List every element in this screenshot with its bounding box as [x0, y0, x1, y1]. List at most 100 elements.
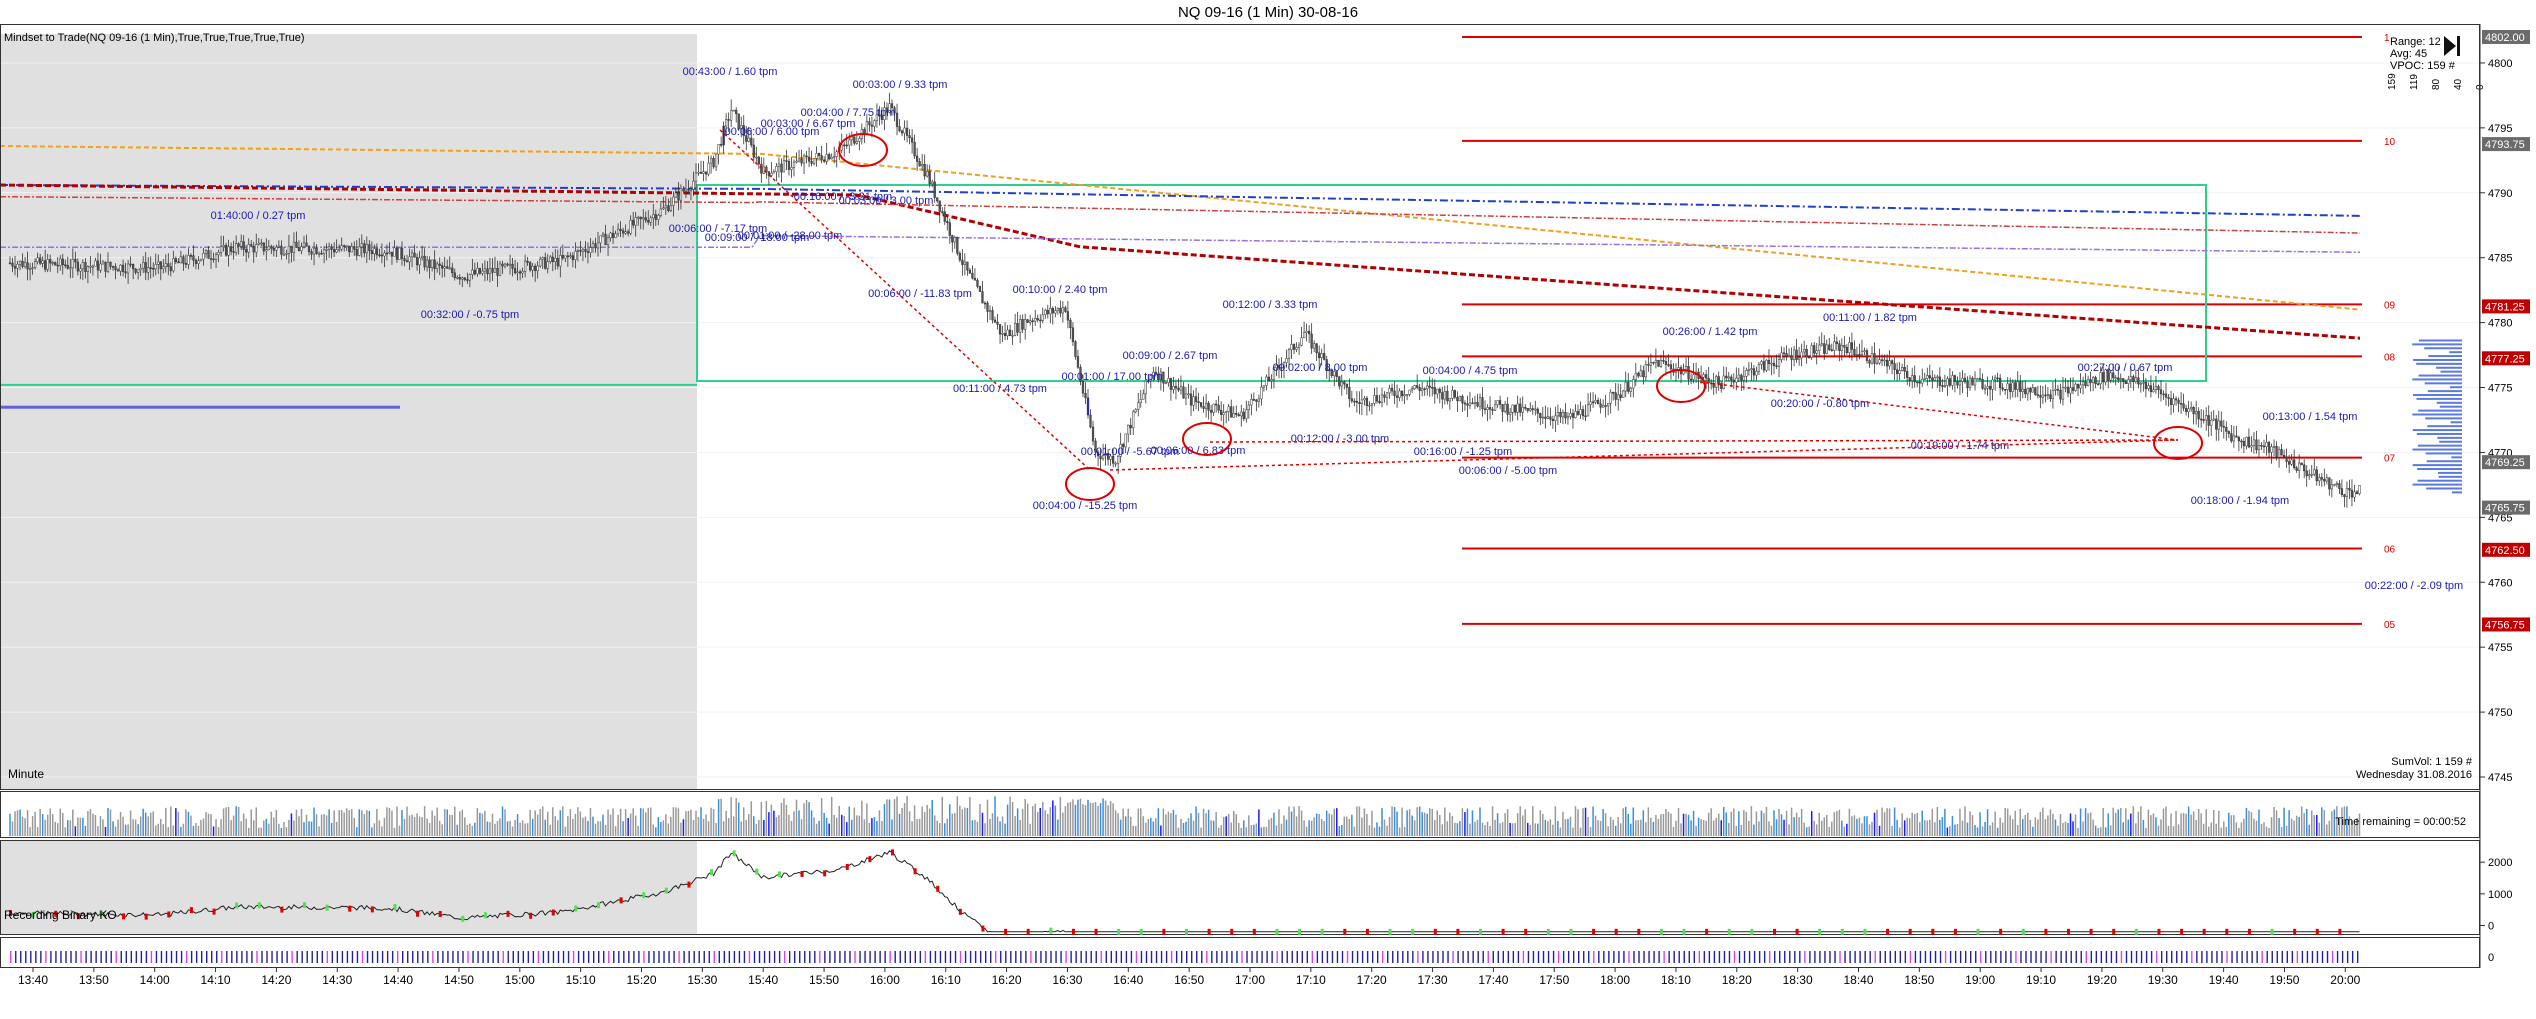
binary-bar [2196, 951, 2198, 963]
price-candle [1669, 364, 1673, 370]
price-candle [996, 321, 999, 325]
volume-bar [717, 799, 720, 836]
volume-bar [981, 812, 984, 836]
volume-profile-right [2452, 491, 2462, 494]
x-tick-label: 19:10 [2026, 973, 2056, 987]
binary-bar [221, 951, 223, 963]
binary-bar [1638, 951, 1640, 963]
price-candle [1893, 363, 1896, 370]
price-candle [290, 245, 293, 253]
volume-bar [1509, 822, 1511, 836]
price-candle [1657, 359, 1660, 367]
oscillator-marker [1976, 928, 1980, 935]
binary-bar [175, 951, 178, 963]
volume-bar [378, 820, 381, 836]
price-candle [629, 220, 632, 234]
oscillator-marker [303, 902, 306, 909]
volume-bar [2243, 818, 2245, 836]
volume-bar [401, 810, 403, 836]
volume-bar [26, 810, 29, 836]
binary-bar [462, 951, 464, 963]
binary-bar [608, 951, 610, 963]
price-candle [1715, 376, 1718, 388]
volume-bar [612, 808, 614, 836]
binary-bar [1276, 951, 1278, 963]
price-candle [609, 232, 612, 239]
price-candle [1071, 327, 1075, 342]
trend-annotation: 00:18:00 / -1.94 tpm [2191, 495, 2289, 507]
volume-bar [562, 806, 564, 836]
volume-bar [660, 822, 662, 836]
binary-bar [2095, 951, 2098, 963]
date-label: Wednesday 31.08.2016 [2356, 769, 2472, 781]
price-candle [1318, 352, 1321, 359]
price-candle [368, 244, 371, 251]
volume-bar [2253, 818, 2255, 836]
binary-bar [497, 951, 499, 963]
price-candle [873, 120, 876, 127]
price-candle [1006, 329, 1009, 337]
price-candle [2285, 456, 2288, 462]
binary-bar [185, 951, 188, 963]
binary-bar [547, 951, 550, 963]
binary-bar [849, 951, 851, 963]
price-candle [2066, 386, 2070, 394]
price-candle [775, 166, 778, 173]
price-candle [986, 302, 989, 312]
binary-bar [2181, 951, 2183, 963]
volume-bar [863, 819, 866, 836]
price-candle [1395, 395, 1399, 398]
volume-bar [1647, 807, 1650, 836]
price-candle [1875, 362, 1879, 365]
price-candle [1187, 393, 1190, 396]
volume-bar [416, 813, 418, 836]
price-candle [2197, 411, 2200, 420]
price-candle [2353, 491, 2356, 498]
oscillator-marker [483, 912, 487, 919]
price-candle [333, 249, 336, 253]
volume-bar [1089, 802, 1092, 836]
chart-canvas: 1100908070605 00:43:00 / 1.60 tpm00:03:0… [0, 0, 2536, 1014]
volume-bar [1697, 817, 1700, 836]
volume-bar [343, 812, 345, 836]
price-candle [2270, 446, 2273, 453]
volume-bar [1207, 809, 1210, 836]
price-candle [1659, 359, 1663, 367]
price-candle [501, 263, 504, 267]
binary-bar [1884, 951, 1886, 963]
oscillator-marker [1750, 928, 1754, 935]
volume-bar [1640, 819, 1642, 836]
oscillator-marker [1411, 928, 1415, 935]
price-candle [1782, 352, 1786, 355]
price-candle [1315, 343, 1318, 354]
volume-bar [1398, 827, 1401, 836]
volume-bar [1574, 806, 1577, 836]
volume-bar [1619, 823, 1622, 836]
volume-bar [1019, 820, 1021, 836]
price-candle [1747, 369, 1751, 371]
volume-bar [2212, 809, 2215, 836]
chart-root: 1 10 09 08 07 06 05 00:43:00 / 1.60 tpm 00:03:0… [0, 0, 2536, 1014]
binary-bar [2025, 951, 2027, 963]
binary-bar [25, 951, 27, 963]
binary-bar [1557, 951, 1560, 963]
price-candle [762, 166, 765, 174]
oscillator-marker [506, 910, 510, 917]
binary-bar [1311, 951, 1314, 963]
oscillator-marker [574, 905, 578, 912]
price-candle [1737, 374, 1740, 379]
price-candle [262, 242, 265, 252]
price-candle [491, 268, 494, 273]
binary-bar [2306, 951, 2309, 963]
binary-bar [1246, 951, 1248, 963]
volume-bar [1155, 818, 1157, 836]
price-candle [1667, 364, 1670, 366]
volume-bar [1248, 815, 1250, 836]
volume-bar [1084, 805, 1087, 836]
binary-bar [402, 951, 404, 963]
binary-bar [1000, 951, 1002, 963]
price-candle [1564, 411, 1567, 419]
volume-bar [1853, 815, 1856, 836]
volume-bar [1180, 818, 1182, 836]
volume-bar [2004, 807, 2006, 836]
